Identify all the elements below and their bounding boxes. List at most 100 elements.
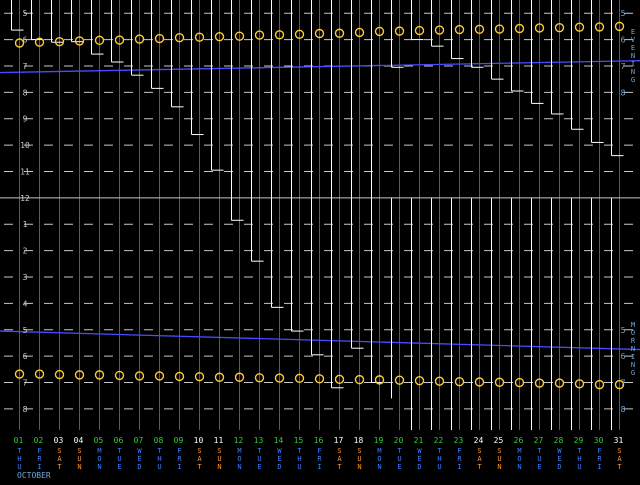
weekday-label: E (417, 455, 421, 463)
evening-label: N (631, 68, 635, 76)
weekday-label: N (517, 463, 521, 471)
day-number-label: 10 (194, 436, 204, 445)
morning-label: N (631, 361, 635, 369)
morning-label: G (631, 369, 635, 377)
right-label-lower: 8 (621, 405, 626, 414)
hour-label-upper: 11 (20, 167, 30, 176)
weekday-label: I (457, 463, 461, 471)
weekday-label: S (497, 447, 501, 455)
weekday-label: T (297, 447, 302, 455)
weekday-label: A (617, 455, 622, 463)
weekday-label: U (257, 455, 261, 463)
weekday-label: T (57, 463, 62, 471)
weekday-label: E (277, 455, 281, 463)
weekday-label: S (77, 447, 81, 455)
weekday-label: N (497, 463, 501, 471)
weekday-label: U (497, 455, 501, 463)
weekday-label: D (417, 463, 421, 471)
weekday-label: I (37, 463, 41, 471)
weekday-label: H (17, 455, 21, 463)
day-number-label: 26 (514, 436, 524, 445)
weekday-label: F (457, 447, 461, 455)
day-lines (19, 0, 620, 430)
hour-label-upper: 9 (23, 115, 28, 124)
evening-label: E (631, 28, 635, 36)
sun-moon-calendar-chart: 5 6 7 8 9 10 11 12 1 2 3 4 5 6 7 8 5 6 7 8 5 6 7 8 E V E N I N G M O R N I N… (0, 0, 640, 481)
day-number-label: 24 (474, 436, 484, 445)
morning-label: R (631, 337, 636, 345)
weekday-label: M (237, 447, 241, 455)
weekday-label: F (597, 447, 601, 455)
weekday-label: W (557, 447, 562, 455)
weekday-label: N (217, 463, 221, 471)
weekday-label: O (377, 455, 381, 463)
day-number-label: 03 (54, 436, 64, 445)
weekday-label: F (177, 447, 181, 455)
hour-label-upper: 6 (23, 36, 28, 45)
weekday-label: S (337, 447, 341, 455)
weekday-label: R (457, 455, 462, 463)
weekday-label: E (537, 463, 541, 471)
weekday-label: D (137, 463, 141, 471)
weekday-label: U (117, 455, 121, 463)
weekday-label: S (617, 447, 621, 455)
hour-label-upper: 5 (23, 9, 28, 18)
day-number-label: 02 (34, 436, 44, 445)
day-number-label: 06 (114, 436, 124, 445)
weekday-label: N (357, 463, 361, 471)
weekday-label: U (17, 463, 21, 471)
day-number-label: 13 (254, 436, 264, 445)
right-label-lower: 5 (621, 326, 626, 335)
weekday-label: O (237, 455, 241, 463)
right-label-lower: 7 (621, 379, 626, 388)
day-number-label: 14 (274, 436, 284, 445)
day-number-label: 28 (554, 436, 564, 445)
weekday-label: D (557, 463, 561, 471)
day-number-label: 15 (294, 436, 304, 445)
weekday-label: N (377, 463, 381, 471)
weekday-label: R (177, 455, 182, 463)
weekday-label: S (197, 447, 201, 455)
hour-label-upper: 8 (23, 88, 28, 97)
weekday-label: T (197, 463, 202, 471)
right-label-upper: 6 (621, 36, 626, 45)
day-number-label: 11 (214, 436, 224, 445)
weekday-label: I (597, 463, 601, 471)
hour-label-lower: 6 (23, 352, 28, 361)
weekday-label: F (37, 447, 41, 455)
hour-label-lower: 7 (23, 379, 28, 388)
weekday-label: A (337, 455, 342, 463)
morning-label: N (631, 345, 635, 353)
weekday-label: U (357, 455, 361, 463)
weekday-label: M (517, 447, 521, 455)
weekday-label: W (277, 447, 282, 455)
day-number-label: 05 (94, 436, 104, 445)
morning-label: I (631, 353, 635, 361)
hour-label-upper: 12 (20, 194, 30, 203)
weekday-label: O (517, 455, 521, 463)
day-number-label: 23 (454, 436, 464, 445)
weekday-label: T (537, 447, 542, 455)
hour-label-lower: 3 (23, 273, 28, 282)
weekday-label: W (417, 447, 422, 455)
month-label: OCTOBER (17, 471, 51, 480)
weekday-label: T (337, 463, 342, 471)
weekday-label: O (97, 455, 101, 463)
weekday-label: T (477, 463, 482, 471)
day-number-label: 09 (174, 436, 184, 445)
weekday-label: R (317, 455, 322, 463)
weekday-label: N (237, 463, 241, 471)
day-number-label: 17 (334, 436, 344, 445)
weekday-label: M (97, 447, 101, 455)
day-number-label: 29 (574, 436, 584, 445)
day-number-label: 04 (74, 436, 84, 445)
weekday-label: S (477, 447, 481, 455)
day-number-label: 30 (594, 436, 604, 445)
hour-label-upper: 7 (23, 62, 28, 71)
weekday-label: H (577, 455, 581, 463)
weekday-label: U (297, 463, 301, 471)
day-number-label: 20 (394, 436, 404, 445)
weekday-label: U (537, 455, 541, 463)
right-label-upper: 5 (621, 9, 626, 18)
hour-label-lower: 2 (23, 247, 28, 256)
